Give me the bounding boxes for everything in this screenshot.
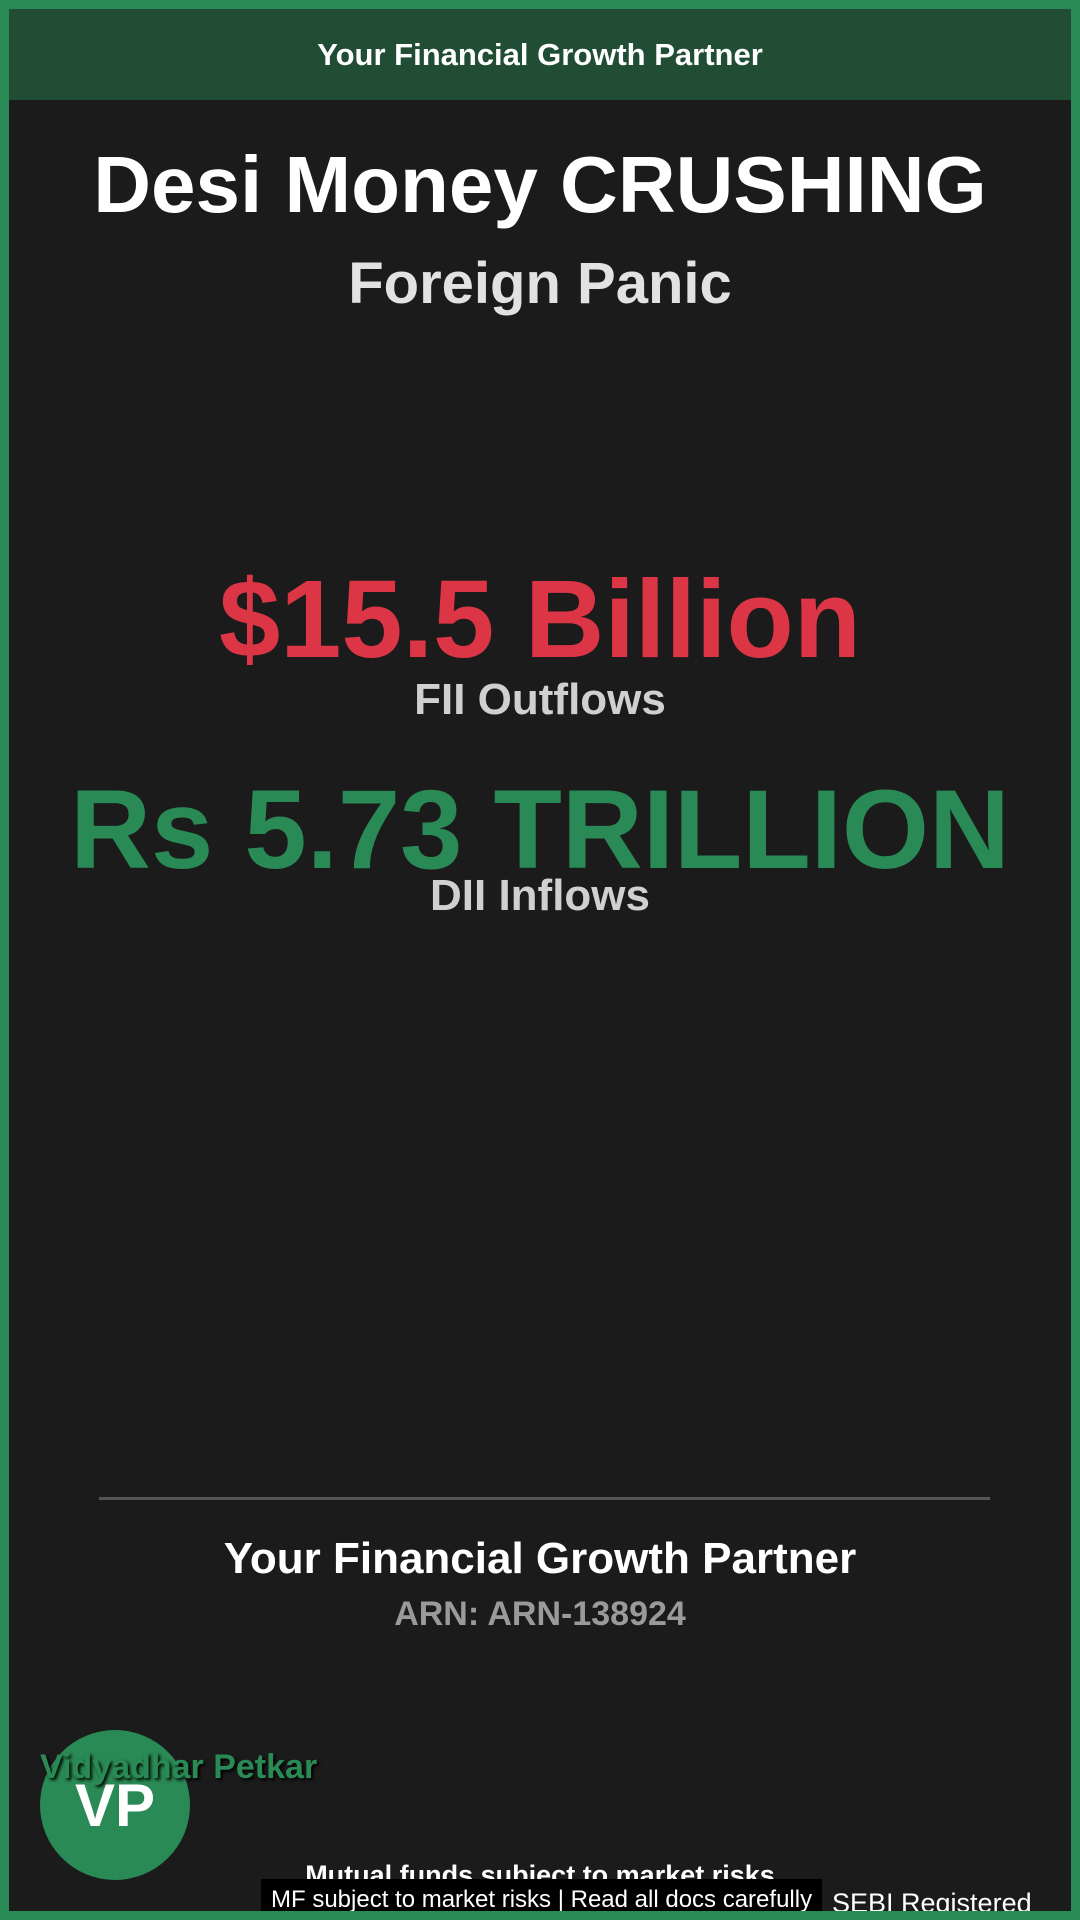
dii-inflow-label: DII Inflows [430, 871, 650, 920]
advisor-name: Vidyadhar Petkar [40, 1748, 318, 1786]
headline: Desi Money CRUSHING [93, 140, 987, 229]
risk-disclaimer-box-text: MF subject to market risks | Read all do… [271, 1885, 813, 1913]
fii-outflow-value: $15.5 Billion [219, 558, 861, 681]
risk-disclaimer-box: MF subject to market risks | Read all do… [261, 1879, 823, 1913]
footer-divider [99, 1497, 990, 1500]
arn-number: ARN: ARN-138924 [394, 1595, 686, 1633]
poster-frame: Your Financial Growth Partner Desi Money… [0, 0, 1080, 1920]
top-banner: Your Financial Growth Partner [9, 9, 1071, 100]
fii-outflow-label: FII Outflows [414, 675, 666, 724]
top-banner-text: Your Financial Growth Partner [317, 36, 763, 72]
sebi-registration: SEBI Registered [832, 1888, 1032, 1918]
dii-inflow-value: Rs 5.73 TRILLION [70, 767, 1010, 892]
footer-title: Your Financial Growth Partner [223, 1534, 857, 1583]
subheadline: Foreign Panic [348, 251, 732, 316]
